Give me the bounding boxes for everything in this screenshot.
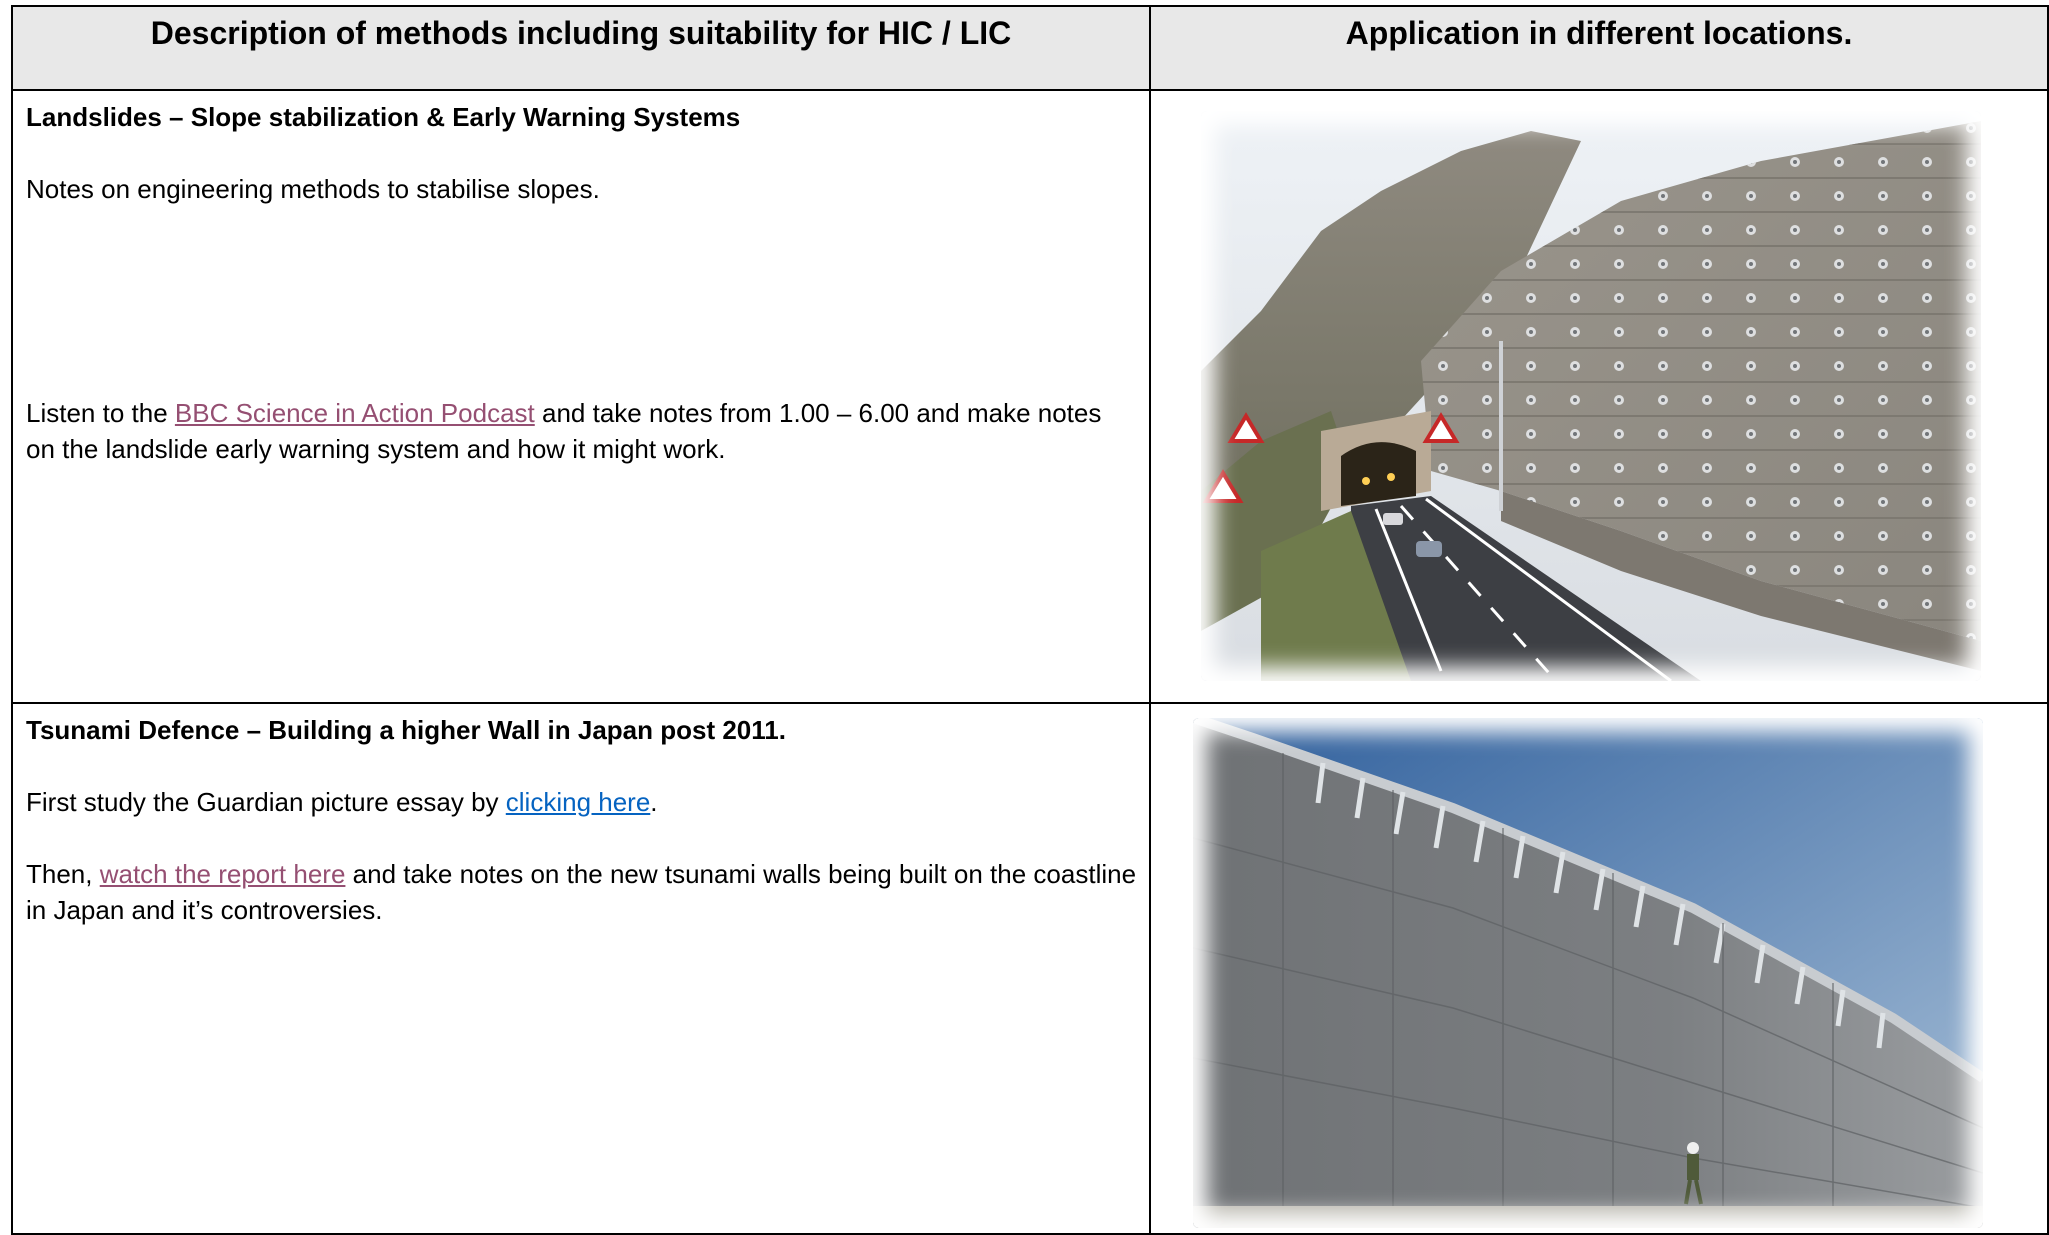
tsunami-description-cell[interactable]: Tsunami Defence – Building a higher Wall… [11,702,1151,1235]
tsunami-wall-image [1193,718,1983,1229]
listen-prefix: Listen to the [26,398,175,429]
header-left: Description of methods including suitabi… [11,4,1151,92]
tsunami-wall-photo [1193,718,1983,1229]
guardian-essay-link[interactable]: clicking here [506,787,651,817]
header-row: Description of methods including suitabi… [11,4,2049,92]
landslides-image-cell [1149,89,2049,705]
study-prefix: First study the Guardian picture essay b… [26,787,506,818]
methods-table: Description of methods including suitabi… [11,4,2049,1235]
watch-report-link[interactable]: watch the report here [100,859,346,889]
tsunami-image-cell [1149,702,2049,1235]
tsunami-row: Tsunami Defence – Building a higher Wall… [11,702,2049,1235]
watch-prefix: Then, [26,859,100,890]
tsunami-watch-paragraph: Then, watch the report here and take not… [26,856,1137,928]
landslides-title: Landslides – Slope stabilization & Early… [26,102,741,133]
tsunami-study-paragraph: First study the Guardian picture essay b… [26,784,1137,820]
landslides-row: Landslides – Slope stabilization & Early… [11,89,2049,705]
landslides-description-cell[interactable]: Landslides – Slope stabilization & Early… [11,89,1151,705]
study-suffix: . [650,787,658,818]
bbc-podcast-link[interactable]: BBC Science in Action Podcast [175,398,535,428]
tsunami-title: Tsunami Defence – Building a higher Wall… [26,715,786,746]
landslides-listen-paragraph: Listen to the BBC Science in Action Podc… [26,395,1137,467]
slope-tunnel-image [1201,111,1981,682]
landslides-notes: Notes on engineering methods to stabilis… [26,174,600,205]
slope-stabilization-photo [1201,111,1981,682]
header-right: Application in different locations. [1149,4,2049,92]
